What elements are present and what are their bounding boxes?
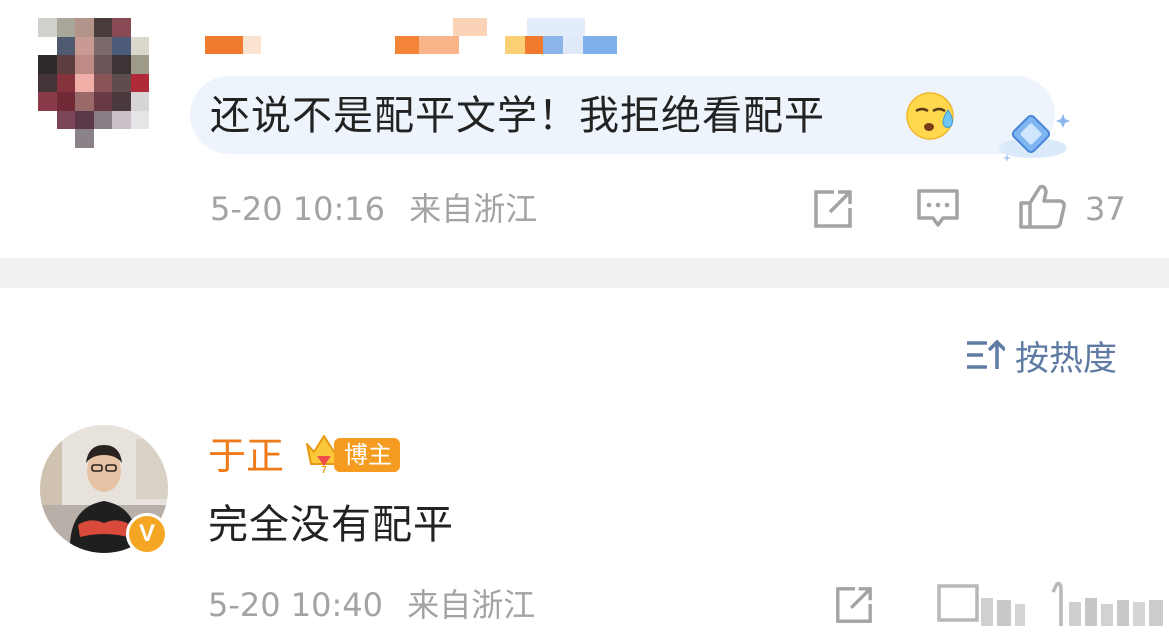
sleepy-sweat-emoji-icon bbox=[906, 92, 954, 140]
comment-meta: 5-20 10:16 来自浙江 bbox=[210, 189, 537, 229]
like-icon[interactable] bbox=[1018, 184, 1068, 230]
watermark-overlay bbox=[937, 581, 1163, 626]
verified-badge-icon: V bbox=[126, 513, 168, 555]
location: 来自浙江 bbox=[409, 190, 538, 228]
share-icon[interactable] bbox=[812, 188, 854, 230]
location: 来自浙江 bbox=[407, 586, 536, 624]
svg-text:7: 7 bbox=[321, 465, 327, 474]
avatar[interactable] bbox=[38, 18, 168, 148]
comment-meta: 5-20 10:40 来自浙江 bbox=[208, 585, 535, 625]
blogger-badge: 博主 bbox=[334, 438, 400, 472]
sort-by-hot-button[interactable]: 按热度 bbox=[965, 335, 1117, 379]
comment-icon[interactable] bbox=[916, 188, 960, 230]
comment-text: 还说不是配平文学！我拒绝看配平 bbox=[210, 93, 825, 139]
comment-text: 完全没有配平 bbox=[208, 502, 454, 548]
share-icon[interactable] bbox=[834, 585, 874, 625]
timestamp: 5-20 10:40 bbox=[208, 586, 384, 624]
author-name[interactable]: 于正 bbox=[208, 432, 284, 480]
sort-icon bbox=[967, 339, 1005, 369]
diamond-sticker-icon bbox=[999, 114, 1070, 162]
like-count: 37 bbox=[1085, 190, 1126, 228]
username-redacted[interactable] bbox=[205, 18, 625, 60]
timestamp: 5-20 10:16 bbox=[210, 190, 386, 228]
section-divider bbox=[0, 258, 1169, 288]
sort-label: 按热度 bbox=[1015, 338, 1117, 379]
